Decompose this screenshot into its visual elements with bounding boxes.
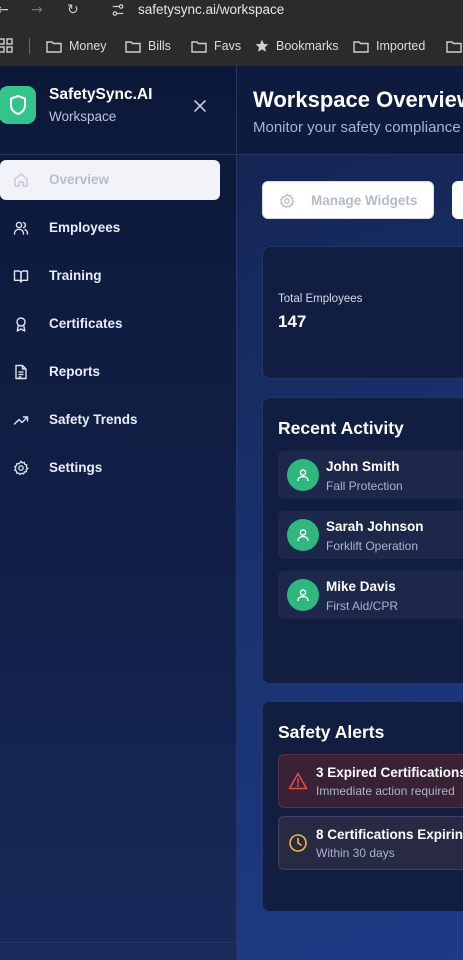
user-icon: [297, 589, 309, 602]
manage-widgets-label: Manage Widgets: [311, 193, 418, 208]
page-subtitle: Monitor your safety compliance: [253, 119, 461, 136]
sidebar: SafetySync.AI Workspace Overview Employe…: [0, 66, 237, 960]
folder-icon: [46, 40, 62, 53]
sidebar-item-label: Certificates: [49, 316, 123, 331]
bookmark-overflow-folder[interactable]: [446, 34, 462, 58]
shield-icon: [9, 95, 26, 115]
activity-course: Fall Protection: [326, 479, 403, 493]
users-icon: [13, 221, 29, 235]
total-employees-card: Total Employees 147: [262, 246, 463, 379]
alert-subtitle: Within 30 days: [316, 846, 395, 860]
award-icon: [16, 317, 26, 332]
bookmark-favs[interactable]: Favs: [191, 34, 241, 58]
bookmark-imported[interactable]: Imported: [353, 34, 425, 58]
trending-up-icon: [13, 416, 29, 425]
alert-subtitle: Immediate action required: [316, 784, 455, 798]
sidebar-item-reports[interactable]: Reports: [0, 352, 220, 392]
star-icon: [255, 39, 269, 52]
sidebar-item-certificates[interactable]: Certificates: [0, 304, 220, 344]
page-header: Workspace Overview Monitor your safety c…: [237, 66, 463, 155]
avatar: [287, 579, 319, 611]
sidebar-item-label: Overview: [49, 172, 110, 187]
activity-course: Forklift Operation: [326, 539, 419, 553]
avatar: [287, 519, 319, 551]
reload-button[interactable]: ↻: [67, 2, 79, 18]
close-icon[interactable]: [191, 97, 209, 115]
forward-button[interactable]: →: [31, 2, 43, 18]
avatar: [287, 459, 319, 491]
gear-icon: [13, 460, 29, 476]
brand-name: SafetySync.AI: [49, 86, 153, 103]
browser-chrome: ← → ↻ safetysync.ai/workspace Money Bill…: [0, 0, 463, 66]
manage-widgets-button[interactable]: Manage Widgets: [262, 181, 434, 219]
stat-value: 147: [278, 312, 307, 331]
warning-triangle-icon: [288, 772, 308, 790]
sidebar-item-employees[interactable]: Employees: [0, 208, 220, 248]
user-icon: [297, 529, 309, 542]
activity-name: Mike Davis: [326, 579, 396, 594]
safety-alerts-card: Safety Alerts 3 Expired Certifications I…: [262, 701, 463, 912]
folder-icon: [446, 40, 462, 53]
alert-expired[interactable]: 3 Expired Certifications Immediate actio…: [278, 754, 463, 808]
sidebar-divider: [0, 154, 236, 155]
sidebar-item-label: Reports: [49, 364, 101, 379]
back-button[interactable]: ←: [0, 2, 9, 18]
clock-icon: [289, 834, 307, 852]
bookmark-bills[interactable]: Bills: [125, 34, 171, 58]
activity-item[interactable]: Mike Davis First Aid/CPR: [278, 571, 463, 619]
document-icon: [15, 364, 27, 380]
sidebar-item-training[interactable]: Training: [0, 256, 220, 296]
page-title: Workspace Overview: [253, 87, 463, 112]
sidebar-item-label: Settings: [49, 460, 103, 475]
main-content: Workspace Overview Monitor your safety c…: [237, 66, 463, 960]
sidebar-item-label: Safety Trends: [49, 412, 138, 427]
secondary-action-button[interactable]: [452, 181, 463, 219]
sidebar-item-label: Employees: [49, 220, 121, 235]
bookmark-money[interactable]: Money: [46, 34, 107, 58]
home-icon: [14, 173, 28, 187]
site-settings-icon[interactable]: [111, 3, 125, 17]
sidebar-footer-divider: [0, 942, 236, 943]
brand-logo: [0, 86, 36, 124]
alert-title: 3 Expired Certifications: [316, 765, 463, 780]
activity-name: John Smith: [326, 459, 400, 474]
card-title: Recent Activity: [278, 418, 404, 438]
stat-label: Total Employees: [278, 293, 363, 305]
activity-item[interactable]: John Smith Fall Protection: [278, 451, 463, 499]
card-title: Safety Alerts: [278, 722, 385, 742]
recent-activity-card: Recent Activity John Smith Fall Protecti…: [262, 397, 463, 684]
activity-item[interactable]: Sarah Johnson Forklift Operation: [278, 511, 463, 559]
folder-icon: [191, 40, 207, 53]
alert-expiring[interactable]: 8 Certifications Expiring Within 30 days: [278, 816, 463, 870]
sidebar-item-label: Training: [49, 268, 102, 283]
folder-icon: [125, 40, 141, 53]
activity-name: Sarah Johnson: [326, 519, 424, 534]
sidebar-item-safety-trends[interactable]: Safety Trends: [0, 400, 220, 440]
book-icon: [13, 270, 29, 283]
sidebar-item-settings[interactable]: Settings: [0, 448, 220, 488]
bookmark-bookmarks[interactable]: Bookmarks: [255, 34, 339, 58]
gear-icon: [279, 193, 295, 209]
sidebar-item-overview[interactable]: Overview: [0, 160, 220, 200]
alert-title: 8 Certifications Expiring: [316, 827, 463, 842]
user-icon: [297, 469, 309, 482]
apps-grid-icon[interactable]: [0, 38, 14, 54]
activity-course: First Aid/CPR: [326, 599, 399, 613]
brand-subtitle: Workspace: [49, 109, 117, 124]
bookmark-separator: [29, 38, 30, 54]
folder-icon: [353, 40, 369, 53]
address-bar[interactable]: safetysync.ai/workspace: [138, 2, 284, 17]
